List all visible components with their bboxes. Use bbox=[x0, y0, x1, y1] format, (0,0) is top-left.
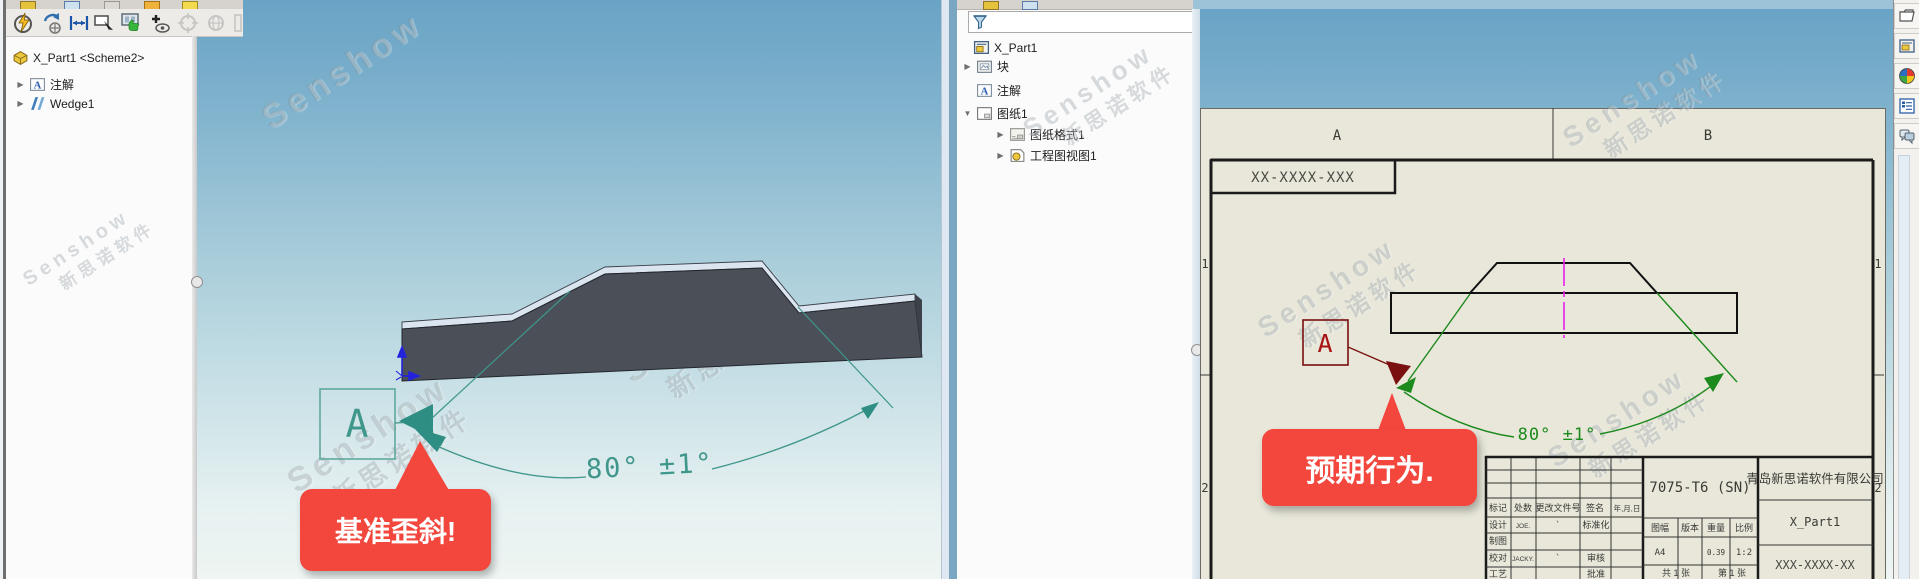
expander-icon[interactable]: ▶ bbox=[996, 130, 1005, 139]
callout-expected-behavior-text: 预期行为. bbox=[1305, 446, 1433, 490]
tree-item-label: Wedge1 bbox=[50, 97, 94, 111]
design-library-icon bbox=[1898, 37, 1916, 55]
svg-text:A: A bbox=[981, 86, 989, 97]
task-pane-forum-button[interactable] bbox=[1894, 123, 1919, 149]
left-panel-splitter[interactable] bbox=[192, 36, 197, 579]
tree-root-right-label: X_Part1 bbox=[994, 41, 1037, 55]
tree-item-wedge1[interactable]: ▶ Wedge1 bbox=[16, 94, 94, 113]
tree-item-label: 注解 bbox=[997, 82, 1021, 99]
callout-datum-skewed-text: 基准歪斜! bbox=[335, 510, 456, 550]
left-splitter-handle[interactable] bbox=[191, 276, 203, 288]
task-pane-custom-properties-button[interactable] bbox=[1894, 93, 1919, 119]
tree-item-annotations-left[interactable]: ▶ A 注解 bbox=[16, 75, 74, 94]
tree-root-right[interactable]: X_Part1 bbox=[973, 38, 1037, 57]
right-panel-splitter[interactable] bbox=[1192, 9, 1200, 579]
tree-item-sheet1[interactable]: ▼ 图纸1 bbox=[963, 104, 1028, 123]
right-tab2-icon[interactable] bbox=[1022, 1, 1038, 10]
block-folder-icon bbox=[976, 58, 993, 75]
drawing-sheet-paper[interactable] bbox=[1200, 108, 1886, 579]
annotations-folder-icon: A bbox=[29, 76, 46, 93]
filter-funnel-icon bbox=[972, 14, 988, 30]
annotations-folder-icon: A bbox=[976, 82, 993, 99]
appearances-ball-icon bbox=[1898, 67, 1916, 85]
part-icon bbox=[12, 49, 29, 66]
folder-icon bbox=[1898, 7, 1916, 25]
expander-icon[interactable]: ▶ bbox=[16, 80, 25, 89]
tree-item-drawingview1[interactable]: ▶ 工程图视图1 bbox=[996, 146, 1097, 165]
tree-root-left[interactable]: X_Part1 <Scheme2> bbox=[12, 48, 144, 67]
tree-item-label: 注解 bbox=[50, 76, 74, 93]
task-pane-appearances-button[interactable] bbox=[1894, 63, 1919, 89]
tree-filter-input[interactable] bbox=[968, 11, 1193, 33]
tree-root-left-label: X_Part1 <Scheme2> bbox=[33, 51, 144, 65]
tree-item-sheetformat1[interactable]: ▶ 图纸格式1 bbox=[996, 125, 1085, 144]
task-pane-scrollbar[interactable] bbox=[1898, 155, 1910, 579]
expander-icon[interactable]: ▶ bbox=[16, 99, 25, 108]
callout-datum-skewed: 基准歪斜! bbox=[300, 489, 491, 571]
expander-icon[interactable]: ▼ bbox=[963, 109, 972, 118]
properties-list-icon bbox=[1898, 97, 1916, 115]
left-feature-tree-panel bbox=[6, 36, 192, 579]
tree-item-label: 图纸1 bbox=[997, 105, 1028, 122]
task-pane-file-explorer-button[interactable] bbox=[1894, 3, 1919, 29]
sheet-format-icon bbox=[1009, 126, 1026, 143]
forum-bubbles-icon bbox=[1898, 127, 1916, 145]
expander-icon[interactable]: ▶ bbox=[963, 62, 972, 71]
tree-item-annotations-right[interactable]: A 注解 bbox=[963, 81, 1021, 100]
drawing-view-icon bbox=[1009, 147, 1026, 164]
wedge-feature-icon bbox=[29, 95, 46, 112]
expander-icon[interactable]: ▶ bbox=[996, 151, 1005, 160]
svg-text:A: A bbox=[34, 80, 42, 91]
tree-item-label: 块 bbox=[997, 58, 1009, 75]
task-pane-design-library-button[interactable] bbox=[1894, 33, 1919, 59]
left-toolbar bbox=[6, 9, 243, 37]
tree-item-label: 图纸格式1 bbox=[1030, 126, 1085, 143]
callout-expected-behavior: 预期行为. bbox=[1262, 429, 1477, 506]
tree-item-label: 工程图视图1 bbox=[1030, 147, 1097, 164]
drawing-doc-icon bbox=[973, 39, 990, 56]
sheet-icon bbox=[976, 105, 993, 122]
right-tab1-icon[interactable] bbox=[983, 1, 999, 10]
app-root: X_Part1 <Scheme2> ▶ A 注解 ▶ Wedge1 bbox=[0, 0, 1919, 579]
tree-item-blocks[interactable]: ▶ 块 bbox=[963, 57, 1009, 76]
